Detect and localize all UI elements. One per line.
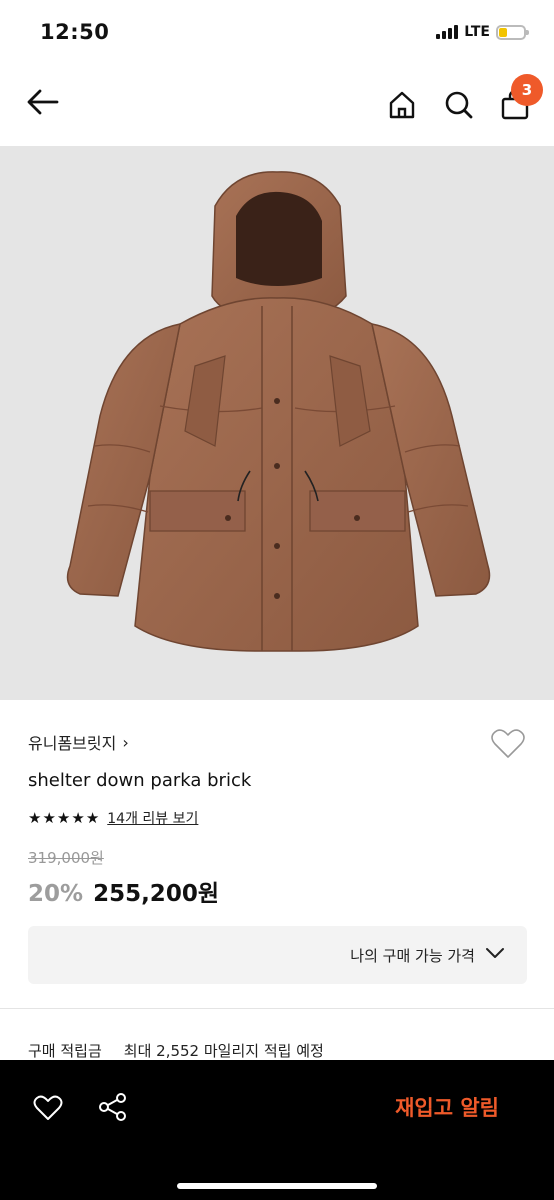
star-icon: ★ [28,808,42,827]
star-icon: ★ [71,808,85,827]
points-row: 구매 적립금 최대 2,552 마일리지 적립 예정 [28,1040,324,1061]
signal-icon [436,25,459,39]
status-indicators: LTE [436,24,529,40]
purchase-price-label: 나의 구매 가능 가격 [350,947,475,965]
price-row: 20% 255,200원 [28,874,219,908]
back-arrow-icon[interactable] [26,88,60,120]
star-icon: ★ [56,808,71,827]
status-bar: 12:50 LTE [0,0,554,66]
share-icon[interactable] [98,1092,128,1126]
status-time: 12:50 [40,20,110,44]
brand-link[interactable]: 유니폼브릿지 › [28,730,129,754]
heart-icon[interactable] [33,1094,63,1126]
discount-rate: 20% [28,881,84,907]
points-label: 구매 적립금 [28,1042,102,1060]
star-icon: ★ [42,808,56,827]
review-link[interactable]: 14개 리뷰 보기 [107,808,198,828]
my-purchase-price-dropdown[interactable]: 나의 구매 가능 가격 [28,926,527,984]
restock-alert-button[interactable]: 재입고 알림 [395,1092,499,1122]
network-label: LTE [464,24,490,40]
brand-name: 유니폼브릿지 [28,734,117,753]
star-rating: ★ ★ ★ ★ ★ [28,808,100,827]
bottom-action-bar: 재입고 알림 [0,1060,554,1200]
chevron-down-icon [485,945,505,964]
section-divider [0,1008,554,1009]
parka-illustration [66,171,491,652]
star-icon: ★ [85,808,100,827]
rating-row: ★ ★ ★ ★ ★ 14개 리뷰 보기 [28,808,198,828]
home-indicator [177,1183,377,1189]
sale-price: 255,200원 [93,881,219,907]
search-icon[interactable] [444,90,474,124]
heart-outline-icon[interactable] [490,728,526,764]
chevron-right-icon: › [122,732,129,752]
product-image[interactable] [0,146,554,700]
nav-bar: 3 [0,66,554,146]
original-price: 319,000원 [28,849,104,867]
battery-icon [496,24,529,40]
cart-count-badge: 3 [511,74,543,106]
home-icon[interactable] [387,90,417,124]
points-value: 최대 2,552 마일리지 적립 예정 [123,1042,324,1060]
product-name: shelter down parka brick [28,770,252,791]
